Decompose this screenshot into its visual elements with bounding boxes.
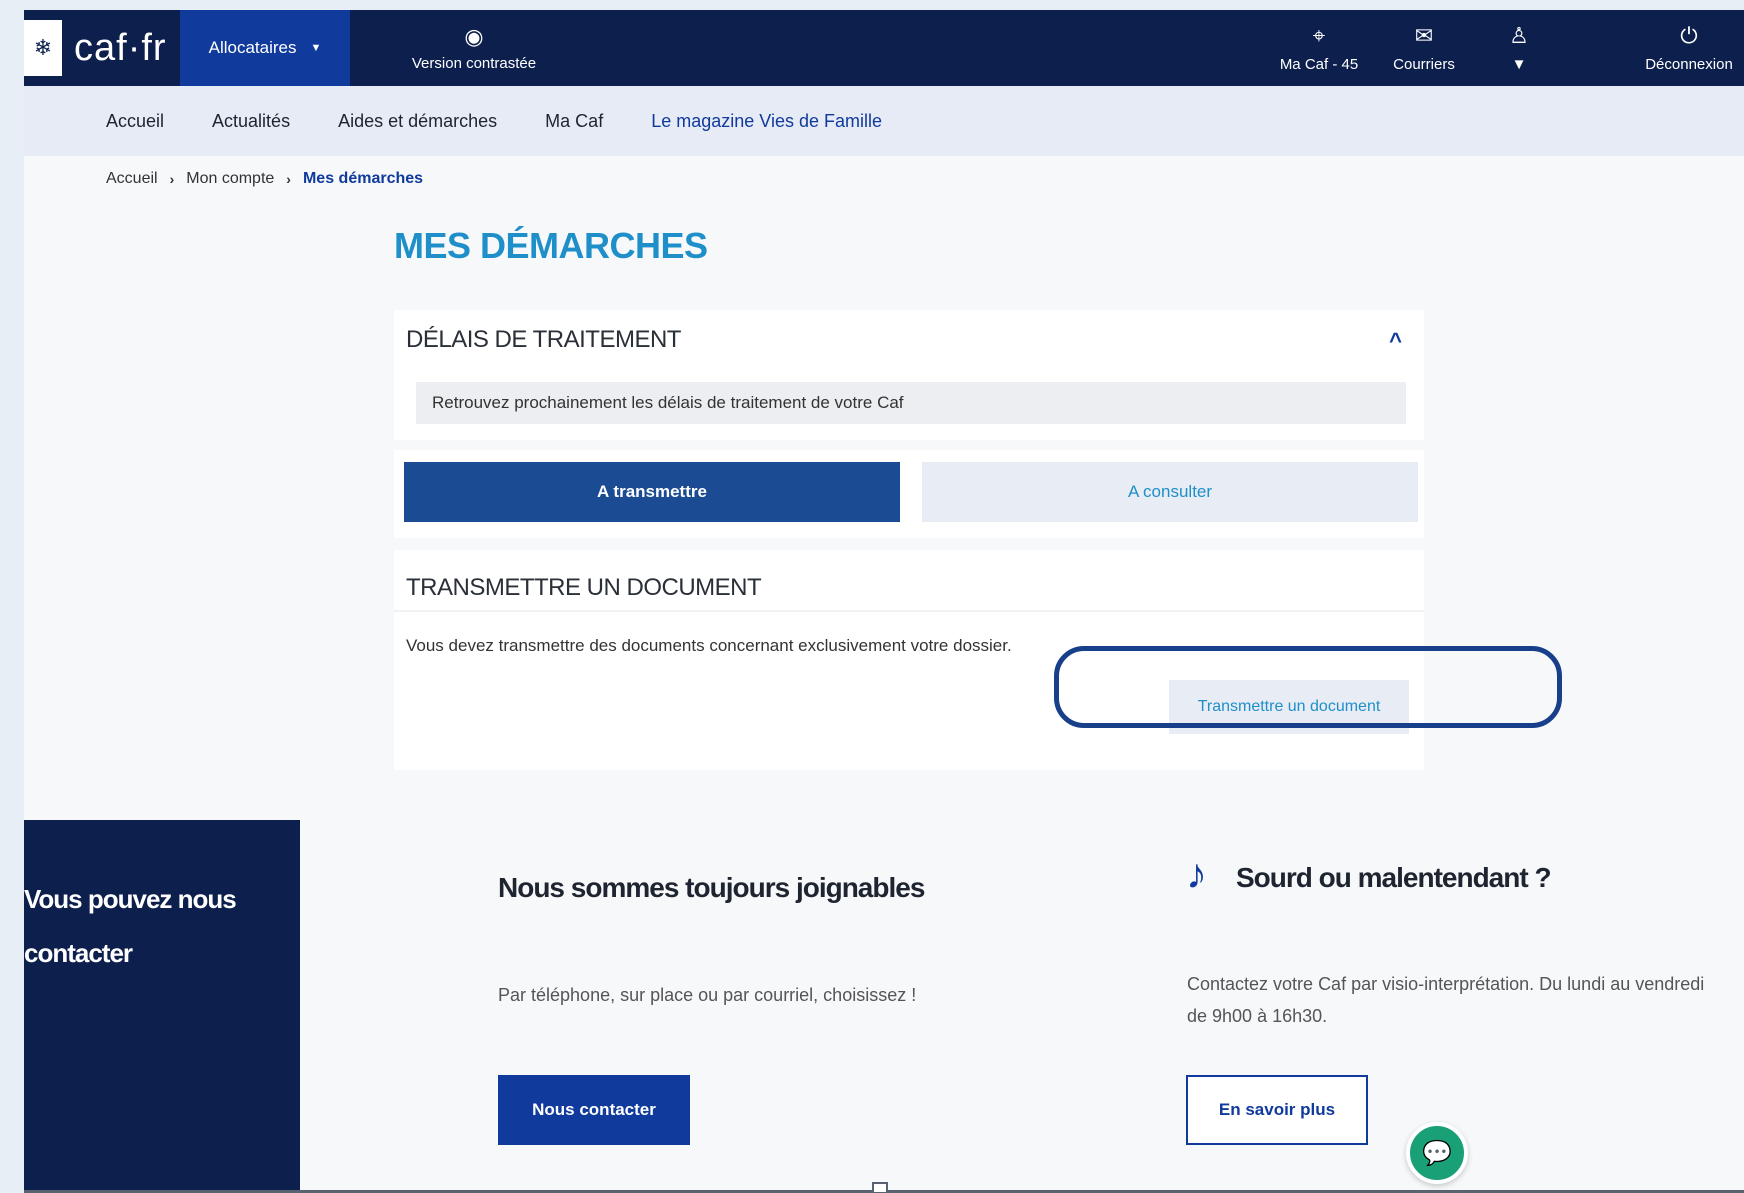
divider — [394, 610, 1424, 612]
contact-panel-title-line2: contacter — [24, 938, 133, 968]
chevron-down-icon: ▼ — [1511, 55, 1527, 73]
sourd-text: Contactez votre Caf par visio-interpréta… — [1187, 974, 1705, 1026]
tab-a-consulter[interactable]: A consulter — [922, 462, 1418, 522]
contact-button[interactable]: Nous contacter — [498, 1075, 690, 1145]
page-frame: ❄ caf·fr Allocataires ▼ ◉ Version contra… — [24, 10, 1744, 1193]
allocataires-label: Allocataires — [208, 38, 297, 57]
contrast-label: Version contrastée — [411, 54, 537, 72]
contact-panel-title: Vous pouvez nous contacter — [24, 872, 284, 980]
highlight-ring — [1054, 646, 1562, 728]
power-icon: ⏻ — [1680, 22, 1698, 48]
page-title: MES DÉMARCHES — [394, 225, 708, 266]
chevron-up-icon[interactable]: ^ — [1389, 328, 1402, 354]
allocataires-menu-button[interactable]: Allocataires ▼ — [180, 10, 350, 86]
learn-more-button[interactable]: En savoir plus — [1186, 1075, 1368, 1145]
ear-icon: ♪ — [1186, 850, 1207, 897]
envelope-icon: ✉ — [1414, 22, 1434, 48]
tab-a-transmettre[interactable]: A transmettre — [404, 462, 900, 522]
top-bar: ❄ caf·fr Allocataires ▼ ◉ Version contra… — [24, 10, 1744, 86]
contrast-toggle[interactable]: ◉ Version contrastée — [394, 10, 554, 86]
mail-button[interactable]: ✉ Courriers — [1379, 10, 1469, 86]
chat-bubbles-icon[interactable]: 💬 — [1406, 1122, 1468, 1184]
sourd-title: Sourd ou malentendant ? — [1236, 862, 1552, 893]
transmit-text: Vous devez transmettre des documents con… — [406, 636, 1012, 655]
my-caf-label: Ma Caf - 45 — [1279, 55, 1359, 73]
logout-button[interactable]: ⏻ Déconnexion — [1634, 10, 1744, 86]
caf-logo[interactable]: ❄ caf·fr — [24, 14, 184, 82]
my-caf-button[interactable]: ⌖ Ma Caf - 45 — [1274, 10, 1364, 86]
nav-item-aides[interactable]: Aides et démarches — [338, 111, 497, 132]
nav-item-accueil[interactable]: Accueil — [106, 111, 164, 132]
chevron-right-icon: › — [169, 171, 175, 187]
window-handle-bottom — [872, 1182, 888, 1193]
transmit-title: TRANSMETTRE UN DOCUMENT — [406, 574, 762, 601]
caret-down-icon: ▼ — [310, 42, 322, 54]
nav-item-magazine[interactable]: Le magazine Vies de Famille — [651, 111, 882, 132]
contact-panel: Vous pouvez nous contacter — [24, 820, 300, 1193]
mail-label: Courriers — [1393, 55, 1455, 73]
breadcrumb-item-mon-compte[interactable]: Mon compte — [186, 170, 274, 188]
contact-panel-title-line1: Vous pouvez nous — [24, 884, 237, 914]
account-menu-button[interactable]: ♙ ▼ — [1489, 10, 1549, 86]
main-nav: Accueil Actualités Aides et démarches Ma… — [24, 86, 1744, 156]
joignables-text: Par téléphone, sur place ou par courriel… — [498, 985, 917, 1005]
logo-text: caf·fr — [74, 26, 167, 69]
logout-label: Déconnexion — [1645, 55, 1733, 73]
delais-title: DÉLAIS DE TRAITEMENT — [406, 326, 681, 353]
delais-card: DÉLAIS DE TRAITEMENT ^ Retrouvez prochai… — [394, 310, 1424, 440]
joignables-title: Nous sommes toujours joignables — [498, 872, 925, 903]
location-pin-icon: ⌖ — [1312, 22, 1326, 48]
breadcrumb-item-current: Mes démarches — [302, 170, 424, 187]
breadcrumb-item-accueil[interactable]: Accueil — [106, 170, 158, 188]
tabs-card: A transmettre A consulter — [394, 450, 1424, 538]
snowflake-icon: ❄ — [24, 20, 62, 76]
chevron-right-icon: › — [286, 171, 291, 187]
breadcrumb: Accueil › Mon compte › Mes démarches — [106, 170, 423, 188]
user-icon: ♙ — [1509, 22, 1529, 48]
nav-item-actualites[interactable]: Actualités — [212, 111, 290, 132]
delais-info: Retrouvez prochainement les délais de tr… — [416, 382, 1406, 424]
nav-item-ma-caf[interactable]: Ma Caf — [545, 111, 603, 132]
eye-icon: ◉ — [464, 23, 484, 49]
